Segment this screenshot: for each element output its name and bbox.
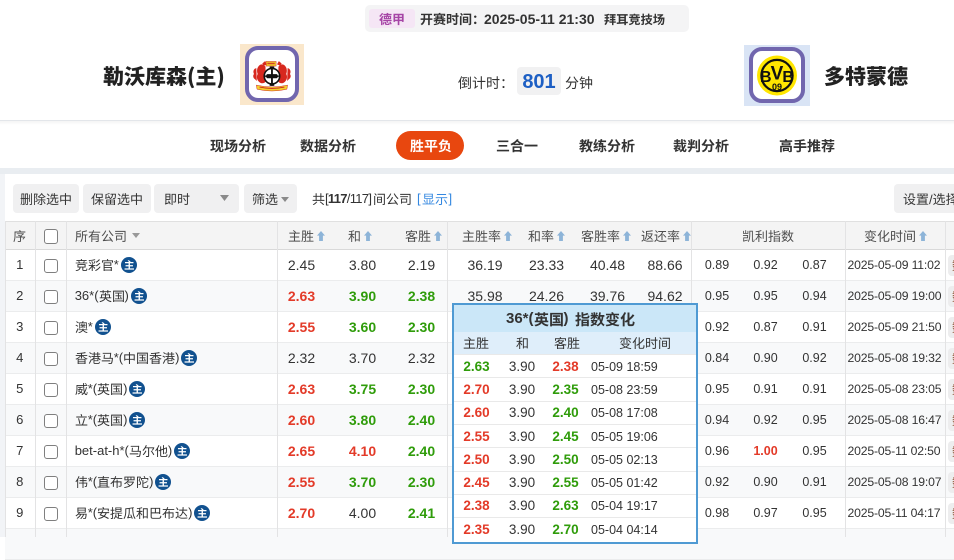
svg-text:09: 09 (772, 82, 782, 92)
svg-text:B: B (782, 69, 794, 86)
